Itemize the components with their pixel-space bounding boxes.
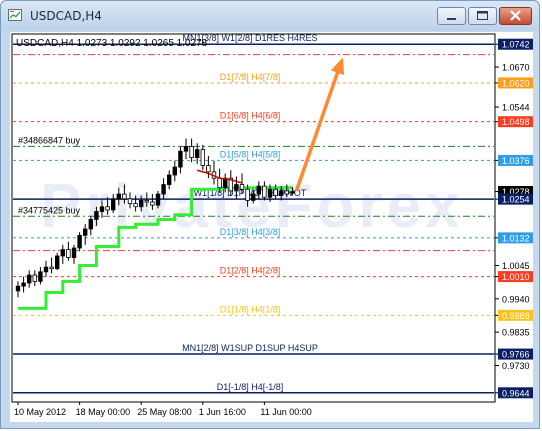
title-bar[interactable]: USDCAD,H4: [1, 1, 539, 31]
y-tick-label: 1.0132: [502, 233, 530, 243]
level-label: #34866847 buy: [18, 135, 81, 145]
window-title: USDCAD,H4: [30, 9, 102, 23]
close-icon: [510, 10, 521, 21]
y-tick-label: 1.0742: [502, 40, 530, 50]
y-tick-label: 0.9730: [502, 361, 530, 371]
y-tick-label: 0.9888: [502, 311, 530, 321]
minimize-icon: [447, 18, 456, 20]
level-label: D1[7/8] H4[7/8]: [220, 72, 281, 82]
minimize-button[interactable]: [437, 7, 466, 25]
level-label: D1[2/8] H4[2/8]: [220, 266, 281, 276]
level-label: D1[6/8] H4[6/8]: [220, 111, 281, 121]
level-label: #34775425 buy: [18, 205, 81, 215]
y-tick-label: 0.9644: [502, 388, 530, 398]
level-label: MN1[2/8] W1SUP D1SUP H4SUP: [182, 343, 318, 353]
level-label: D1[5/8] H4[5/8]: [220, 149, 281, 159]
x-tick-label: 1 Jun 16:00: [199, 407, 246, 417]
y-tick-label: 0.9766: [502, 350, 530, 360]
level-label: D1[3/8] H4[3/8]: [220, 227, 281, 237]
level-label: D1[1/8] H4[1/8]: [220, 304, 281, 314]
y-tick-label: 1.0254: [502, 195, 530, 205]
y-tick-label: 1.0544: [502, 103, 530, 113]
chart-app-icon: [8, 9, 22, 21]
y-tick-label: 1.0010: [502, 272, 530, 282]
chart-header: USDCAD,H4 1.0273 1.0292 1.0265 1.0278: [16, 38, 208, 49]
y-tick-label: 1.0670: [502, 63, 530, 73]
close-button[interactable]: [499, 7, 532, 25]
x-tick-label: 25 May 08:00: [137, 407, 192, 417]
y-tick-label: 0.9940: [502, 294, 530, 304]
y-tick-label: 1.0620: [502, 78, 530, 88]
y-tick-label: 1.0376: [502, 156, 530, 166]
maximize-icon: [477, 11, 488, 20]
x-tick-label: 11 Jun 00:00: [260, 407, 311, 417]
y-tick-label: 1.0498: [502, 117, 530, 127]
maximize-button[interactable]: [468, 7, 497, 25]
chart-window: USDCAD,H4 PrivateForex MN1[3/8] W1[2/8] …: [0, 0, 540, 429]
x-tick-label: 18 May 00:00: [76, 407, 131, 417]
y-tick-label: 0.9835: [502, 328, 530, 338]
x-tick-label: 10 May 2012: [14, 407, 66, 417]
level-label: D1[-1/8] H4[-1/8]: [217, 382, 284, 392]
price-chart[interactable]: PrivateForex MN1[3/8] W1[2/8] D1RES H4RE…: [10, 32, 533, 422]
y-tick-label: 1.0045: [502, 261, 530, 271]
candle: [77, 232, 82, 252]
